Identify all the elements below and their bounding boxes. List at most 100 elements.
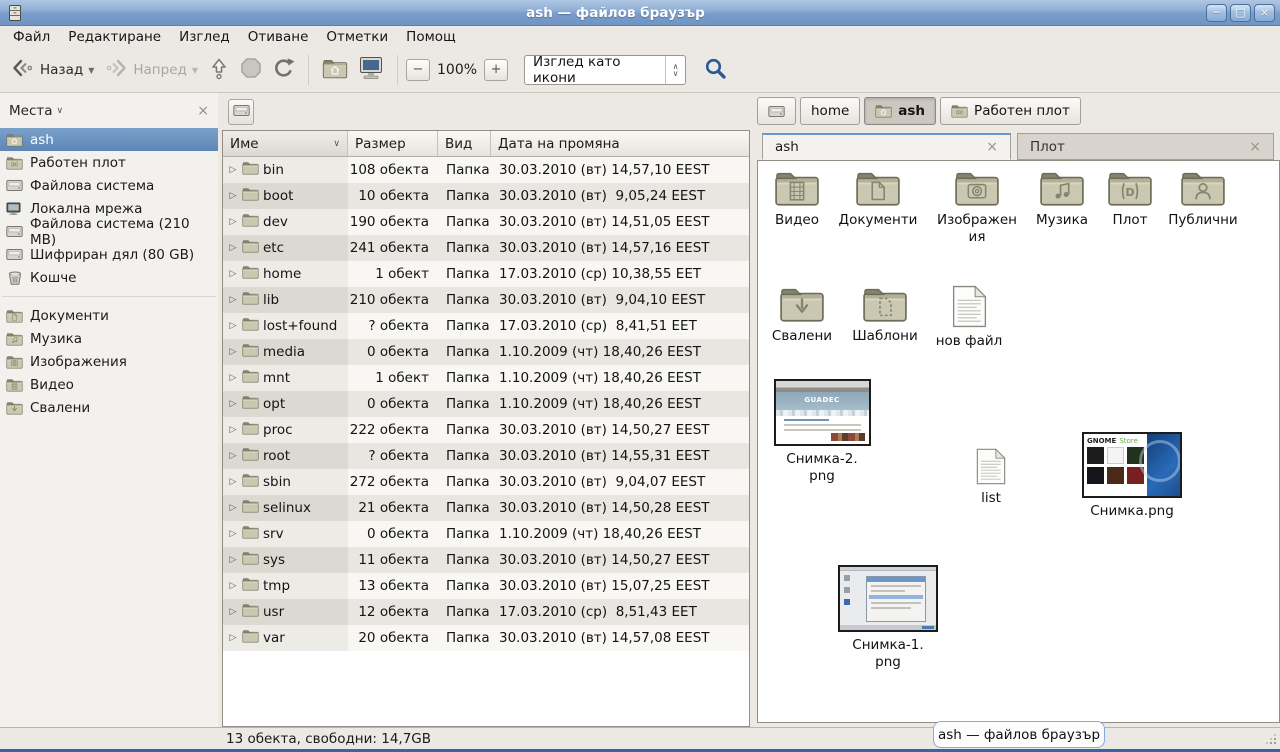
table-row-boot[interactable]: ▷boot10 обектаПапка30.03.2010 (вт) 9,05,… bbox=[223, 183, 749, 209]
menu-item-3[interactable]: Отиване bbox=[239, 27, 318, 47]
icon-item-video[interactable]: Видео bbox=[766, 169, 828, 229]
icon-item-snimka-2[interactable]: GUADEC Снимка-2.png bbox=[768, 379, 876, 484]
breadcrumb-button-root[interactable] bbox=[757, 97, 796, 125]
expander-icon[interactable]: ▷ bbox=[228, 347, 238, 357]
expander-icon[interactable]: ▷ bbox=[228, 399, 238, 409]
table-row-opt[interactable]: ▷opt0 обектаПапка1.10.2009 (чт) 18,40,26… bbox=[223, 391, 749, 417]
zoom-out-button[interactable]: − bbox=[406, 59, 430, 81]
expander-icon[interactable]: ▷ bbox=[228, 165, 238, 175]
column-header-2[interactable]: Вид bbox=[438, 131, 491, 157]
titlebar[interactable]: ash — файлов браузър ─ □ × bbox=[0, 0, 1280, 26]
column-header-1[interactable]: Размер bbox=[348, 131, 438, 157]
table-row-sbin[interactable]: ▷sbin272 обектаПапка30.03.2010 (вт) 9,04… bbox=[223, 469, 749, 495]
expander-icon[interactable]: ▷ bbox=[228, 555, 238, 565]
resize-grip[interactable] bbox=[1264, 732, 1276, 744]
expander-icon[interactable]: ▷ bbox=[228, 269, 238, 279]
expander-icon[interactable]: ▷ bbox=[228, 321, 238, 331]
table-row-selinux[interactable]: ▷selinux21 обектаПапка30.03.2010 (вт) 14… bbox=[223, 495, 749, 521]
table-row-tmp[interactable]: ▷tmp13 обектаПапка30.03.2010 (вт) 15,07,… bbox=[223, 573, 749, 599]
home-button[interactable] bbox=[317, 55, 353, 86]
stop-button[interactable] bbox=[235, 54, 267, 86]
icon-item-images[interactable]: Изображения bbox=[934, 169, 1020, 245]
sidebar-item-Свалени[interactable]: Свалени bbox=[0, 396, 218, 419]
expander-icon[interactable]: ▷ bbox=[228, 425, 238, 435]
expander-icon[interactable]: ▷ bbox=[228, 191, 238, 201]
forward-dropdown-icon[interactable]: ▼ bbox=[192, 66, 198, 75]
menu-item-5[interactable]: Помощ bbox=[397, 27, 465, 47]
maximize-button[interactable]: □ bbox=[1230, 4, 1251, 22]
table-row-root[interactable]: ▷root? обектаПапка30.03.2010 (вт) 14,55,… bbox=[223, 443, 749, 469]
reload-button[interactable] bbox=[267, 54, 300, 87]
tab-ash[interactable]: ash× bbox=[762, 133, 1011, 160]
sidebar-item-Документи[interactable]: Документи bbox=[0, 304, 218, 327]
table-row-sys[interactable]: ▷sys11 обектаПапка30.03.2010 (вт) 14,50,… bbox=[223, 547, 749, 573]
table-row-proc[interactable]: ▷proc222 обектаПапка30.03.2010 (вт) 14,5… bbox=[223, 417, 749, 443]
menu-item-0[interactable]: Файл bbox=[4, 27, 59, 47]
menu-item-1[interactable]: Редактиране bbox=[59, 27, 170, 47]
icon-item-list[interactable]: list bbox=[958, 448, 1024, 507]
expander-icon[interactable]: ▷ bbox=[228, 451, 238, 461]
icon-item-desktop[interactable]: DПлот bbox=[1102, 169, 1158, 229]
tab-close-icon[interactable]: × bbox=[1249, 139, 1261, 155]
up-button[interactable] bbox=[203, 53, 235, 87]
taskbar-window-button[interactable]: ash — файлов браузър bbox=[933, 721, 1105, 748]
table-row-bin[interactable]: ▷bin108 обектаПапка30.03.2010 (вт) 14,57… bbox=[223, 157, 749, 183]
breadcrumb-button-Работен плот[interactable]: DРаботен плот bbox=[940, 97, 1081, 125]
table-row-etc[interactable]: ▷etc241 обектаПапка30.03.2010 (вт) 14,57… bbox=[223, 235, 749, 261]
icon-item-public[interactable]: Публични bbox=[1160, 169, 1246, 229]
table-row-home[interactable]: ▷home1 обектПапка17.03.2010 (ср) 10,38,5… bbox=[223, 261, 749, 287]
zoom-in-button[interactable]: + bbox=[484, 59, 508, 81]
tab-close-icon[interactable]: × bbox=[986, 139, 998, 155]
menu-item-4[interactable]: Отметки bbox=[317, 27, 397, 47]
minimize-button[interactable]: ─ bbox=[1206, 4, 1227, 22]
sidebar-item-Видео[interactable]: Видео bbox=[0, 373, 218, 396]
forward-button[interactable]: Напред ▼ bbox=[99, 54, 203, 86]
icon-item-snimka-1[interactable]: Снимка-1.png bbox=[832, 565, 944, 670]
table-row-usr[interactable]: ▷usr12 обектаПапка17.03.2010 (ср) 8,51,4… bbox=[223, 599, 749, 625]
combo-spinner-icon[interactable]: ∧∨ bbox=[665, 56, 685, 84]
view-mode-select[interactable]: Изглед като икони ∧∨ bbox=[524, 55, 686, 85]
sidebar-item-Изображения[interactable]: Изображения bbox=[0, 350, 218, 373]
expander-icon[interactable]: ▷ bbox=[228, 529, 238, 539]
computer-button[interactable] bbox=[353, 53, 389, 87]
icon-item-documents[interactable]: Документи bbox=[834, 169, 922, 229]
column-header-3[interactable]: Дата на промяна bbox=[491, 131, 749, 157]
column-header-0[interactable]: Име∨ bbox=[223, 131, 348, 157]
expander-icon[interactable]: ▷ bbox=[228, 503, 238, 513]
close-button[interactable]: × bbox=[1254, 4, 1275, 22]
icon-view[interactable]: ВидеоДокументиИзображенияМузикаDПлотПубл… bbox=[757, 160, 1280, 723]
expander-icon[interactable]: ▷ bbox=[228, 607, 238, 617]
sidebar-close-icon[interactable]: × bbox=[197, 103, 209, 119]
breadcrumb-button-home[interactable]: home bbox=[800, 97, 860, 125]
tab-Плот[interactable]: Плот× bbox=[1017, 133, 1274, 160]
table-row-srv[interactable]: ▷srv0 обектаПапка1.10.2009 (чт) 18,40,26… bbox=[223, 521, 749, 547]
table-row-mnt[interactable]: ▷mnt1 обектПапка1.10.2009 (чт) 18,40,26 … bbox=[223, 365, 749, 391]
breadcrumb-button-ash[interactable]: ash bbox=[864, 97, 936, 125]
icon-item-new-file[interactable]: нов файл bbox=[930, 285, 1008, 350]
icon-item-templates[interactable]: Шаблони bbox=[846, 285, 924, 345]
expander-icon[interactable]: ▷ bbox=[228, 373, 238, 383]
expander-icon[interactable]: ▷ bbox=[228, 633, 238, 643]
icon-item-downloads[interactable]: Свалени bbox=[770, 285, 834, 345]
tree-root-button[interactable] bbox=[228, 99, 254, 125]
places-header[interactable]: Места ∨ × bbox=[0, 93, 218, 128]
sidebar-item-Кошче[interactable]: Кошче bbox=[0, 266, 218, 289]
table-row-lost+found[interactable]: ▷lost+found? обектаПапка17.03.2010 (ср) … bbox=[223, 313, 749, 339]
expander-icon[interactable]: ▷ bbox=[228, 295, 238, 305]
expander-icon[interactable]: ▷ bbox=[228, 217, 238, 227]
table-row-dev[interactable]: ▷dev190 обектаПапка30.03.2010 (вт) 14,51… bbox=[223, 209, 749, 235]
table-row-lib[interactable]: ▷lib210 обектаПапка30.03.2010 (вт) 9,04,… bbox=[223, 287, 749, 313]
table-row-media[interactable]: ▷media0 обектаПапка1.10.2009 (чт) 18,40,… bbox=[223, 339, 749, 365]
back-button[interactable]: Назад ▼ bbox=[6, 54, 99, 86]
search-button[interactable] bbox=[704, 57, 727, 84]
table-row-var[interactable]: ▷var20 обектаПапка30.03.2010 (вт) 14,57,… bbox=[223, 625, 749, 651]
sidebar-item-Файлова система (210 MB)[interactable]: Файлова система (210 MB) bbox=[0, 220, 218, 243]
sidebar-item-ash[interactable]: ash bbox=[0, 128, 218, 151]
expander-icon[interactable]: ▷ bbox=[228, 243, 238, 253]
sidebar-item-Шифриран дял (80 GB)[interactable]: Шифриран дял (80 GB) bbox=[0, 243, 218, 266]
sidebar-item-Музика[interactable]: Музика bbox=[0, 327, 218, 350]
icon-item-snimka[interactable]: GNOMEStore Снимка.png bbox=[1073, 432, 1191, 520]
icon-item-music[interactable]: Музика bbox=[1030, 169, 1094, 229]
places-dropdown-icon[interactable]: ∨ bbox=[57, 106, 64, 116]
pane-splitter[interactable] bbox=[750, 93, 757, 727]
